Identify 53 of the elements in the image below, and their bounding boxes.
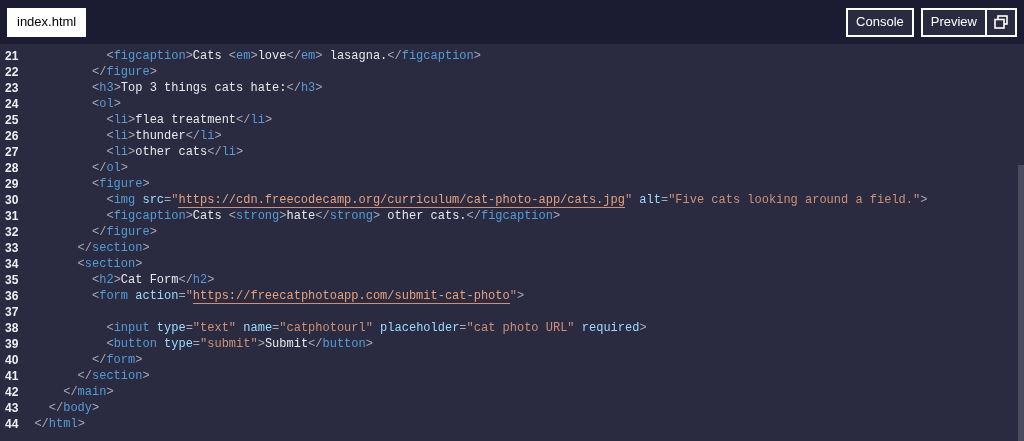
code-line: <section> [76,256,143,272]
line-number: 21 [4,48,20,64]
code-line: </section> [76,240,150,256]
line-number: 34 [4,256,20,272]
code-line: </figure> [91,224,157,240]
code-line: <li>flea treatment</li> [105,112,273,128]
code-line: </main> [62,384,114,400]
line-number: 42 [4,384,20,400]
windows-icon [994,15,1008,29]
code-line: <form action="https://freecatphotoapp.com/submit-cat-photo"> [91,288,525,304]
windows-button[interactable] [987,7,1017,37]
line-number: 30 [4,192,20,208]
line-number: 28 [4,160,20,176]
toolbar-button[interactable]: Console [846,7,914,37]
line-number: 26 [4,128,20,144]
line-number: 31 [4,208,20,224]
code-line: </figure> [91,64,157,80]
line-number: 29 [4,176,20,192]
line-number: 25 [4,112,20,128]
code-line: <img src="https://cdn.freecodecamp.org/curriculum/cat-photo-app/cats.jpg" alt="Five cats looking around a field."> [105,192,928,208]
code-line: <figcaption>Cats <strong>hate</strong> other cats.</figcaption> [105,208,561,224]
line-number: 35 [4,272,20,288]
line-number: 37 [4,304,20,320]
line-number: 23 [4,80,20,96]
code-line: <ol> [91,96,121,112]
line-number: 24 [4,96,20,112]
line-number: 36 [4,288,20,304]
code-line: </form> [91,352,143,368]
line-number: 40 [4,352,20,368]
code-line: <input type="text" name="catphotourl" placeholder="cat photo URL" required> [105,320,647,336]
code-line: <button type="submit">Submit</button> [105,336,373,352]
line-number: 38 [4,320,20,336]
code-line: <h2>Cat Form</h2> [91,272,215,288]
line-number: 22 [4,64,20,80]
line-number: 33 [4,240,20,256]
line-number: 43 [4,400,20,416]
file-tab[interactable]: index.html [7,7,87,37]
scrollbar-thumb[interactable] [1018,165,1024,441]
code-line: </section> [76,368,150,384]
code-line: <figure> [91,176,150,192]
code-line: <figcaption>Cats <em>love</em> lasagna.</figcaption> [105,48,481,64]
code-line: </html> [33,416,85,432]
line-number: 41 [4,368,20,384]
code-line: <h3>Top 3 things cats hate:</h3> [91,80,323,96]
line-number: 27 [4,144,20,160]
line-number: 44 [4,416,20,432]
code-line: <li>other cats</li> [105,144,244,160]
code-line: </body> [47,400,100,416]
code-line: </ol> [91,160,129,176]
toolbar-button[interactable]: Preview [920,7,987,37]
line-number: 39 [4,336,20,352]
code-line: <li>thunder</li> [105,128,222,144]
line-number: 32 [4,224,20,240]
